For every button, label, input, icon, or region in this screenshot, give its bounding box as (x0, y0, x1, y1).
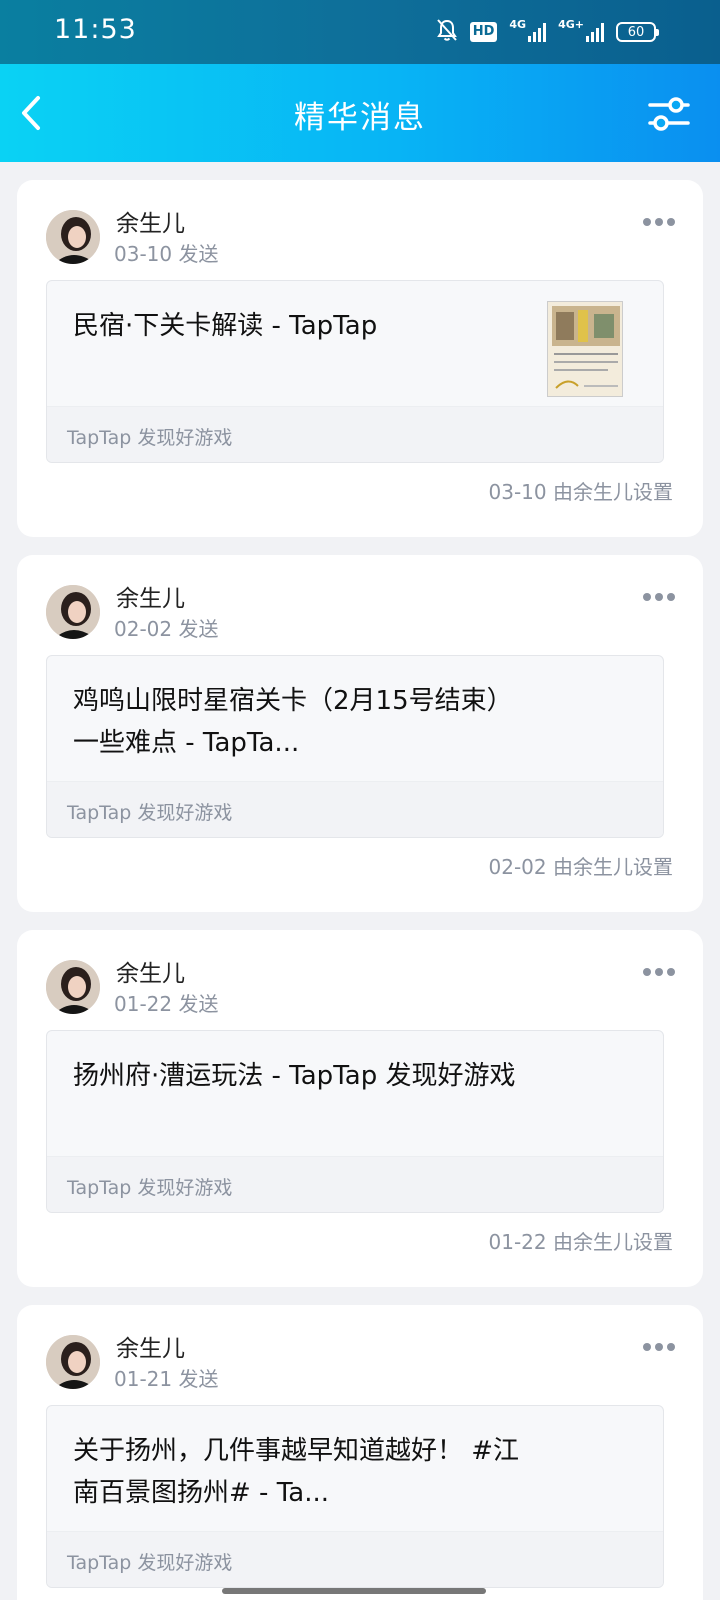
message-card: 余生儿 01-21 发送 关于扬州，几件事越早知道越好！ #江南百景图扬州# -… (17, 1305, 703, 1600)
message-card: 余生儿 03-10 发送 民宿·下关卡解读 - TapTap TapTap 发现… (17, 180, 703, 537)
sent-date: 03-10 发送 (114, 242, 219, 266)
sliders-icon (648, 97, 690, 131)
essence-message-list: 余生儿 03-10 发送 民宿·下关卡解读 - TapTap TapTap 发现… (17, 180, 703, 1600)
author-name[interactable]: 余生儿 (116, 579, 185, 613)
bell-muted-icon (436, 18, 458, 46)
message-card: 余生儿 02-02 发送 鸡鸣山限时星宿关卡（2月15号结束）一些难点 - Ta… (17, 555, 703, 912)
avatar[interactable] (46, 210, 100, 264)
status-time: 11:53 (54, 14, 137, 45)
pinned-by-note: 03-10 由余生儿设置 (488, 480, 673, 504)
hd-icon: HD (469, 22, 498, 42)
sent-date: 01-22 发送 (114, 992, 219, 1016)
filter-button[interactable] (648, 96, 690, 132)
more-options-button[interactable] (643, 218, 675, 226)
link-preview-card[interactable]: 扬州府·漕运玩法 - TapTap 发现好游戏 TapTap 发现好游戏 (46, 1030, 664, 1213)
page-title: 精华消息 (294, 100, 426, 136)
battery-icon: 60 (616, 22, 659, 42)
link-preview-card[interactable]: 关于扬州，几件事越早知道越好！ #江南百景图扬州# - Ta... TapTap… (46, 1405, 664, 1588)
signal-icon (528, 22, 547, 42)
network-type-1: 4G (509, 17, 527, 31)
author-name[interactable]: 余生儿 (116, 204, 185, 238)
pinned-by-note: 01-22 由余生儿设置 (488, 1230, 673, 1254)
link-source: TapTap 发现好游戏 (47, 1531, 663, 1587)
sent-date: 01-21 发送 (114, 1367, 219, 1391)
avatar[interactable] (46, 960, 100, 1014)
author-name[interactable]: 余生儿 (116, 954, 185, 988)
message-card: 余生儿 01-22 发送 扬州府·漕运玩法 - TapTap 发现好游戏 Tap… (17, 930, 703, 1287)
link-title: 扬州府·漕运玩法 - TapTap 发现好游戏 (73, 1061, 516, 1091)
status-icons: HD 4G 4G+ 60 (436, 17, 659, 46)
link-title: 关于扬州，几件事越早知道越好！ #江南百景图扬州# - Ta... (73, 1436, 520, 1508)
link-title: 民宿·下关卡解读 - TapTap (73, 311, 378, 341)
more-options-button[interactable] (643, 968, 675, 976)
more-options-button[interactable] (643, 593, 675, 601)
more-options-button[interactable] (643, 1343, 675, 1351)
avatar[interactable] (46, 1335, 100, 1389)
app-header: 精华消息 (0, 64, 720, 162)
link-preview-card[interactable]: 民宿·下关卡解读 - TapTap TapTap 发现好游戏 (46, 280, 664, 463)
pinned-by-note: 02-02 由余生儿设置 (488, 855, 673, 879)
link-source: TapTap 发现好游戏 (47, 406, 663, 462)
link-title: 鸡鸣山限时星宿关卡（2月15号结束）一些难点 - TapTa... (73, 686, 513, 758)
author-name[interactable]: 余生儿 (116, 1329, 185, 1363)
link-preview-card[interactable]: 鸡鸣山限时星宿关卡（2月15号结束）一些难点 - TapTa... TapTap… (46, 655, 664, 838)
link-source: TapTap 发现好游戏 (47, 781, 663, 837)
link-source: TapTap 发现好游戏 (47, 1156, 663, 1212)
status-bar: 11:53 HD 4G 4G+ 60 (0, 0, 720, 64)
avatar[interactable] (46, 585, 100, 639)
network-type-2: 4G+ (558, 17, 584, 31)
home-indicator[interactable] (222, 1588, 486, 1594)
signal-icon (586, 22, 604, 42)
sent-date: 02-02 发送 (114, 617, 219, 641)
link-thumbnail (547, 301, 623, 397)
